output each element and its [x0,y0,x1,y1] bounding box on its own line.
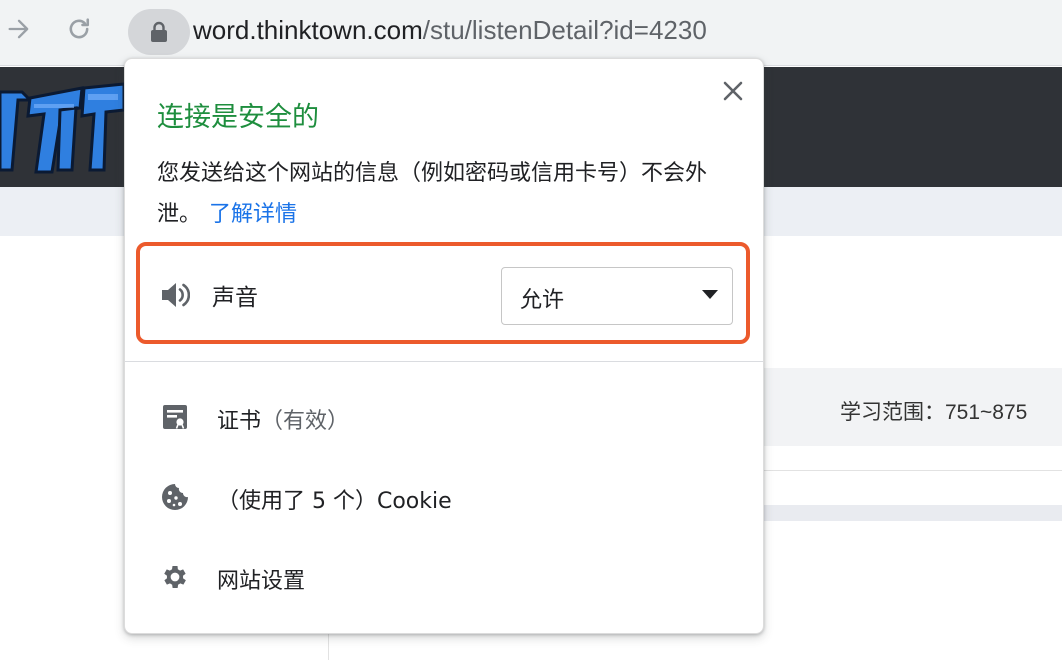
url-host: word.thinktown.com [193,15,423,45]
chevron-down-icon [702,290,718,299]
popup-divider [125,361,763,362]
browser-window: word.thinktown.com/stu/listenDetail?id=4… [0,0,1062,660]
gear-icon [159,561,191,593]
divider [328,632,329,660]
connection-secure-title: 连接是安全的 [157,102,319,133]
cookies-label: （使用了 5 个）Cookie [217,489,452,514]
browser-toolbar: word.thinktown.com/stu/listenDetail?id=4… [0,0,1062,66]
certificate-status: （有效） [261,409,350,434]
forward-arrow-icon [8,19,29,39]
cookies-item[interactable]: （使用了 5 个）Cookie [125,461,763,533]
close-button[interactable] [719,77,747,105]
address-bar[interactable]: word.thinktown.com/stu/listenDetail?id=4… [122,6,1062,55]
certificate-label: 证书（有效） [217,403,349,435]
reload-button[interactable] [62,12,96,46]
site-info-popup: 连接是安全的 您发送给这个网站的信息（例如密码或信用卡号）不会外泄。 了解详情 声… [124,58,764,634]
url-path: /stu/listenDetail?id=4230 [422,15,707,45]
reload-icon [69,18,90,39]
sound-permission-row: 声音 允许 [136,242,750,344]
cookie-icon [159,481,191,513]
certificate-text: 证书 [217,409,262,434]
sound-permission-value: 允许 [520,288,565,313]
study-range-text: 学习范围：751~875 [840,401,1028,424]
content-band [764,505,1062,521]
divider [764,470,1062,471]
certificate-item[interactable]: 证书（有效） [125,381,763,453]
sound-label: 声音 [212,285,258,311]
connection-description: 您发送给这个网站的信息（例如密码或信用卡号）不会外泄。 了解详情 [157,153,737,235]
url-text[interactable]: word.thinktown.com/stu/listenDetail?id=4… [193,14,707,46]
speaker-icon [162,283,190,307]
site-logo [0,82,124,174]
site-settings-label: 网站设置 [217,569,306,594]
learn-more-link[interactable]: 了解详情 [209,202,297,227]
close-icon [723,81,743,101]
forward-button[interactable] [2,12,36,46]
certificate-icon [159,401,191,433]
sound-permission-select[interactable]: 允许 [501,267,733,325]
lock-icon [151,21,167,42]
site-info-button[interactable] [128,9,190,55]
site-settings-item[interactable]: 网站设置 [125,541,763,613]
